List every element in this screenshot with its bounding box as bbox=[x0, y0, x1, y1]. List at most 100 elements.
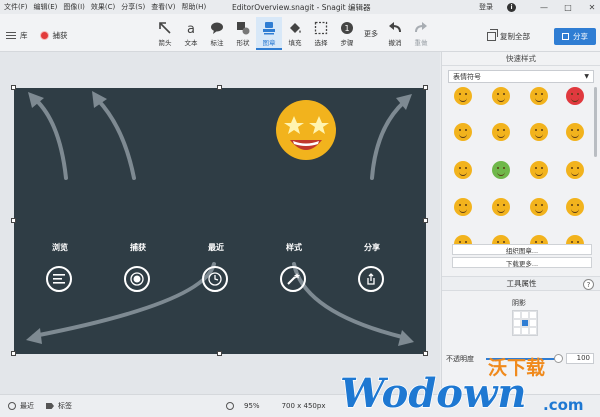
organize-stamps-button[interactable]: 组织图章... bbox=[452, 244, 592, 255]
hamburger-icon[interactable] bbox=[6, 32, 16, 39]
menu-effects[interactable]: 效果(C) bbox=[91, 2, 115, 12]
tool-stamp[interactable]: 图章 bbox=[256, 17, 282, 50]
minimize-button[interactable]: — bbox=[536, 3, 552, 12]
tool-label: 箭头 bbox=[158, 39, 172, 47]
arrow-icon bbox=[158, 20, 172, 36]
zoom-value: 95% bbox=[244, 402, 260, 410]
more-tools-button[interactable]: 更多 bbox=[360, 17, 382, 50]
menu-image[interactable]: 图像(I) bbox=[63, 2, 85, 12]
toolbar-left: 库 捕获 bbox=[6, 30, 68, 41]
share-icon bbox=[358, 266, 384, 292]
shadow-cell[interactable] bbox=[521, 311, 529, 319]
share-icon bbox=[562, 33, 569, 40]
toolbar: 库 捕获 箭头 a 文本 标注 形状 图章 填充 选择 1 步骤 更多 撤消 重… bbox=[0, 14, 600, 52]
share-label: 分享 bbox=[573, 32, 588, 41]
close-button[interactable]: ✕ bbox=[584, 3, 600, 12]
list-icon bbox=[46, 266, 72, 292]
tool-text[interactable]: a 文本 bbox=[178, 17, 204, 50]
maximize-button[interactable]: □ bbox=[560, 3, 576, 12]
shadow-cell[interactable] bbox=[529, 319, 537, 327]
menu-share[interactable]: 分享(S) bbox=[121, 2, 145, 12]
tool-fill[interactable]: 填充 bbox=[282, 17, 308, 50]
emoji-stamp[interactable] bbox=[454, 123, 472, 141]
copy-all-button[interactable]: 复制全部 bbox=[487, 29, 530, 42]
tool-select[interactable]: 选择 bbox=[308, 17, 334, 50]
tool-properties-header: 工具属性 ? bbox=[442, 276, 600, 291]
emoji-stamp[interactable] bbox=[492, 123, 510, 141]
menu-edit[interactable]: 编辑(E) bbox=[34, 2, 58, 12]
emoji-stamp[interactable] bbox=[492, 161, 510, 179]
resize-handle-mr[interactable] bbox=[423, 218, 428, 223]
undo-button[interactable]: 撤消 bbox=[382, 17, 408, 50]
emoji-stamp[interactable] bbox=[566, 161, 584, 179]
shadow-cell-selected[interactable] bbox=[521, 319, 529, 327]
emoji-stamp[interactable] bbox=[454, 198, 472, 216]
tool-step[interactable]: 1 步骤 bbox=[334, 17, 360, 50]
emoji-stamp[interactable] bbox=[566, 198, 584, 216]
emoji-stamp[interactable] bbox=[530, 161, 548, 179]
tool-arrow[interactable]: 箭头 bbox=[152, 17, 178, 50]
shape-icon bbox=[236, 20, 250, 36]
resize-handle-tr[interactable] bbox=[423, 85, 428, 90]
undo-label: 撤消 bbox=[388, 39, 402, 47]
feature-label-browse: 浏览 bbox=[52, 243, 68, 252]
resize-handle-ml[interactable] bbox=[11, 218, 16, 223]
redo-button[interactable]: 重做 bbox=[408, 17, 434, 50]
feature-label-capture: 捕获 bbox=[130, 243, 146, 252]
menu-help[interactable]: 帮助(H) bbox=[181, 2, 206, 12]
menu-view[interactable]: 查看(V) bbox=[151, 2, 175, 12]
info-icon[interactable]: i bbox=[507, 2, 516, 12]
tool-label: 图章 bbox=[262, 39, 276, 47]
emoji-stamp[interactable] bbox=[530, 198, 548, 216]
shadow-cell[interactable] bbox=[529, 327, 537, 335]
arrow-to-capture bbox=[96, 98, 136, 180]
login-link[interactable]: 登录 bbox=[479, 2, 493, 12]
shadow-label[interactable]: 阴影 bbox=[512, 298, 526, 308]
smiley-stamp[interactable] bbox=[276, 100, 336, 160]
resize-handle-bc[interactable] bbox=[217, 351, 222, 356]
emoji-stamp[interactable] bbox=[454, 161, 472, 179]
record-icon bbox=[124, 266, 150, 292]
emoji-stamp[interactable] bbox=[492, 198, 510, 216]
resize-handle-tc[interactable] bbox=[217, 85, 222, 90]
tool-label: 标注 bbox=[210, 39, 224, 47]
shadow-cell[interactable] bbox=[529, 311, 537, 319]
capture-button[interactable]: 捕获 bbox=[53, 30, 68, 41]
recent-button[interactable]: 最近 bbox=[8, 401, 34, 411]
canvas-area[interactable]: 浏览 捕获 最近 样式 分享 bbox=[0, 52, 440, 394]
capture-icon[interactable] bbox=[39, 31, 49, 40]
zoom-control[interactable]: 95% bbox=[226, 402, 260, 410]
clock-icon bbox=[202, 266, 228, 292]
watermark-logo: 沃下载 Wodown .com bbox=[339, 352, 585, 417]
resize-handle-tl[interactable] bbox=[11, 85, 16, 90]
emoji-stamp[interactable] bbox=[566, 87, 584, 105]
preset-dropdown[interactable]: 表情符号 ▼ bbox=[448, 70, 594, 83]
tool-shape[interactable]: 形状 bbox=[230, 17, 256, 50]
document-image[interactable]: 浏览 捕获 最近 样式 分享 bbox=[14, 88, 426, 354]
tags-button[interactable]: 标签 bbox=[46, 401, 72, 411]
emoji-stamp[interactable] bbox=[454, 87, 472, 105]
emoji-stamp[interactable] bbox=[566, 123, 584, 141]
share-button[interactable]: 分享 bbox=[554, 28, 596, 45]
download-more-button[interactable]: 下载更多... bbox=[452, 257, 592, 268]
emoji-stamp[interactable] bbox=[530, 123, 548, 141]
chevron-down-icon: ▼ bbox=[584, 73, 589, 80]
panel-scrollbar[interactable] bbox=[594, 87, 597, 157]
arrow-to-library bbox=[34, 98, 68, 180]
library-button[interactable]: 库 bbox=[20, 30, 28, 41]
shadow-cell[interactable] bbox=[521, 327, 529, 335]
emoji-stamp[interactable] bbox=[530, 87, 548, 105]
tags-label: 标签 bbox=[58, 402, 72, 410]
shadow-direction-grid[interactable] bbox=[512, 310, 538, 336]
redo-icon bbox=[414, 20, 428, 36]
shadow-cell[interactable] bbox=[513, 327, 521, 335]
svg-text:1: 1 bbox=[345, 24, 350, 33]
tool-callout[interactable]: 标注 bbox=[204, 17, 230, 50]
shadow-cell[interactable] bbox=[513, 319, 521, 327]
help-icon[interactable]: ? bbox=[583, 279, 594, 290]
zoom-icon bbox=[226, 402, 234, 410]
menu-file[interactable]: 文件(F) bbox=[4, 2, 28, 12]
shadow-cell[interactable] bbox=[513, 311, 521, 319]
resize-handle-bl[interactable] bbox=[11, 351, 16, 356]
emoji-stamp[interactable] bbox=[492, 87, 510, 105]
